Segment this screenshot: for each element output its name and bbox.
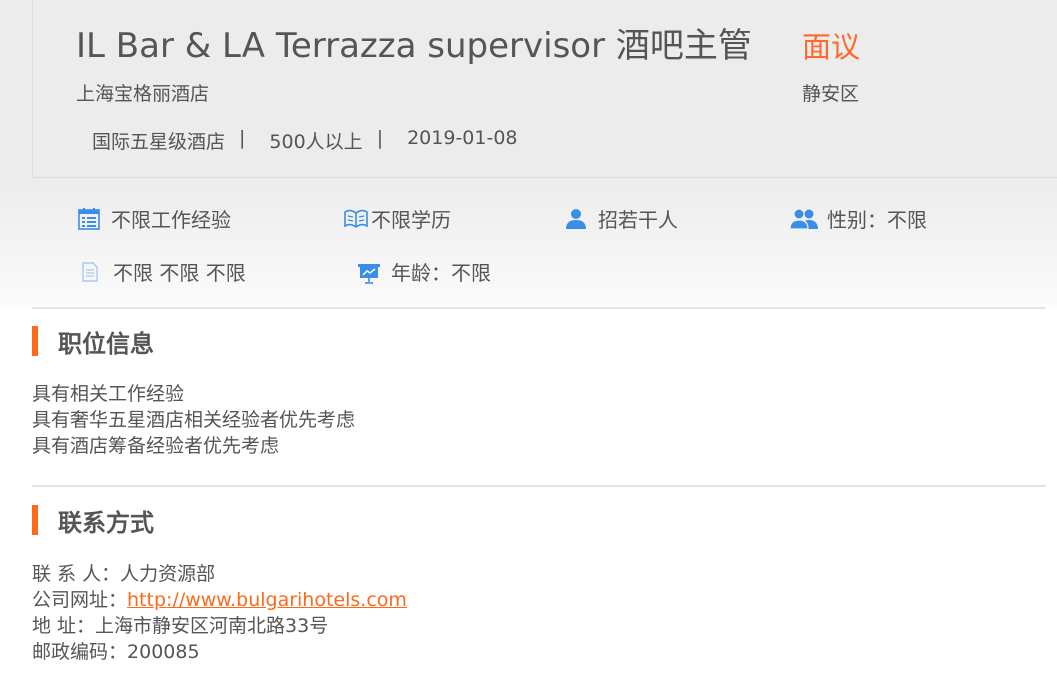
company-meta: 国际五星级酒店 | 500人以上 | 2019-01-08 <box>92 127 518 154</box>
contact-person: 人力资源部 <box>120 563 216 585</box>
calendar-icon <box>77 207 101 231</box>
people-icon <box>789 207 819 231</box>
contact-person-label: 联 系 人： <box>32 563 121 585</box>
divider <box>32 307 1046 309</box>
salary: 面议 <box>802 30 861 64</box>
req-misc: 不限 不限 不限 <box>80 257 246 286</box>
req-label: 性别：不限 <box>827 208 927 232</box>
contact-postcode-label: 邮政编码： <box>32 641 128 663</box>
req-age: 年龄：不限 <box>357 257 491 286</box>
req-label: 不限 不限 不限 <box>113 261 246 285</box>
contact-postcode-row: 邮政编码：200085 <box>32 639 407 665</box>
separator: | <box>376 127 384 149</box>
post-date: 2019-01-08 <box>407 127 518 149</box>
contact-website-row: 公司网址：http://www.bulgarihotels.com <box>32 587 407 613</box>
company-type: 国际五星级酒店 <box>92 131 226 153</box>
district: 静安区 <box>802 83 860 105</box>
section-title: 联系方式 <box>58 508 154 537</box>
section-accent-bar <box>32 326 38 356</box>
section-contact: 联系方式 <box>32 505 154 537</box>
req-education: 不限学历 <box>343 204 451 233</box>
req-experience: 不限工作经验 <box>77 204 231 233</box>
contact-address: 上海市静安区河南北路33号 <box>95 615 329 637</box>
person-icon <box>564 207 588 231</box>
company-size: 500人以上 <box>269 131 363 153</box>
section-position-info: 职位信息 <box>32 326 154 358</box>
req-gender: 性别：不限 <box>789 204 927 233</box>
document-icon <box>80 260 100 284</box>
contact-postcode: 200085 <box>127 641 200 663</box>
contact-details: 联 系 人：人力资源部 公司网址：http://www.bulgarihotel… <box>32 561 407 665</box>
presentation-icon <box>357 260 381 284</box>
req-label: 不限工作经验 <box>111 208 231 232</box>
contact-address-label: 地 址： <box>32 615 96 637</box>
book-icon <box>343 207 368 231</box>
position-description: 具有相关工作经验 具有奢华五星酒店相关经验者优先考虑 具有酒店筹备经验者优先考虑 <box>32 381 355 459</box>
company-name[interactable]: 上海宝格丽酒店 <box>76 79 209 106</box>
separator: | <box>239 127 246 149</box>
req-label: 招若干人 <box>598 208 678 232</box>
req-label: 年龄：不限 <box>391 261 491 285</box>
description-line: 具有酒店筹备经验者优先考虑 <box>32 435 280 457</box>
description-line: 具有奢华五星酒店相关经验者优先考虑 <box>32 409 356 431</box>
divider <box>32 485 1046 487</box>
section-accent-bar <box>32 505 38 535</box>
description-line: 具有相关工作经验 <box>32 383 185 405</box>
contact-website-label: 公司网址： <box>32 589 128 611</box>
company-website-link[interactable]: http://www.bulgarihotels.com <box>127 589 407 611</box>
req-label: 不限学历 <box>371 208 451 232</box>
contact-person-row: 联 系 人：人力资源部 <box>32 561 407 587</box>
contact-address-row: 地 址：上海市静安区河南北路33号 <box>32 613 407 639</box>
job-title: IL Bar & LA Terrazza supervisor 酒吧主管 <box>76 26 752 66</box>
req-headcount: 招若干人 <box>564 204 678 233</box>
section-title: 职位信息 <box>58 329 154 358</box>
